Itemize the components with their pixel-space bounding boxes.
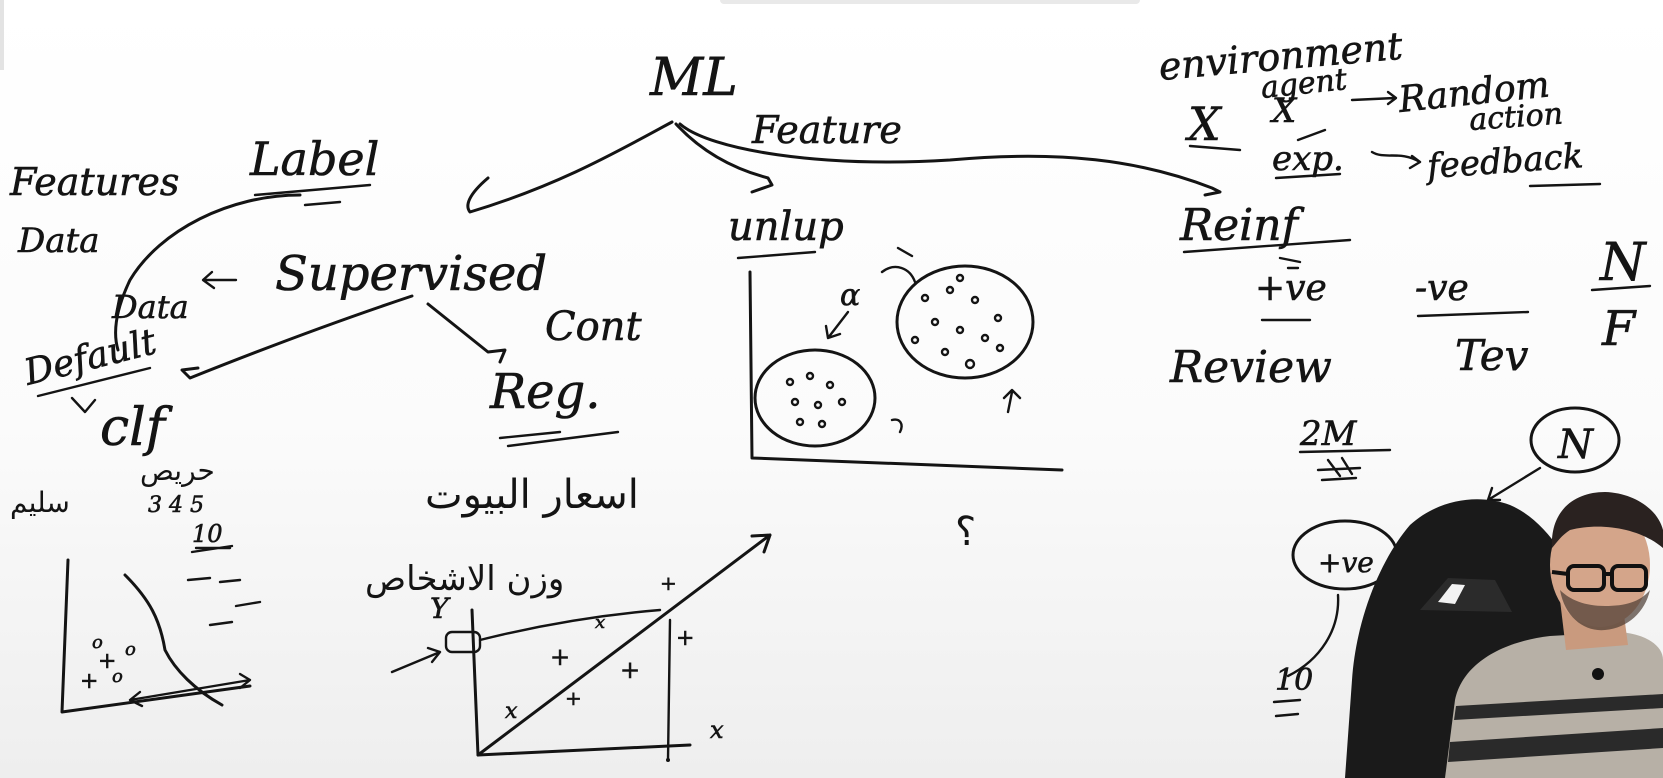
reg-underline: [498, 430, 620, 448]
reinf-2m-underline: [1298, 448, 1392, 482]
whiteboard: ML Feature Features Data Label Supervise…: [9, 23, 1663, 778]
label-underline: [253, 183, 372, 207]
reg-y-arrow: [390, 646, 442, 674]
reg-arabic-2: وزن الاشخاص: [365, 559, 564, 599]
reg-y-label: Y: [430, 592, 451, 625]
clf-arabic-left: سليم: [10, 486, 70, 519]
clf-arabic-top: حريص: [140, 454, 215, 487]
reg-arabic-1: اسعار البيوت: [425, 472, 639, 518]
arrow-cluster-left: [890, 418, 903, 434]
cluster-right-points: [910, 273, 1005, 370]
reinf-pos: +ve: [1255, 268, 1327, 309]
root-feature-text: Feature: [751, 108, 902, 152]
reg-point: +: [660, 571, 677, 595]
unsup-question: ؟: [955, 509, 976, 555]
clf-dashes: [186, 544, 262, 627]
cluster-right: [895, 264, 1035, 380]
clf-points: +: [80, 669, 98, 694]
arrow-root-to-supervised: [466, 120, 674, 214]
supervised-title: Supervised: [275, 246, 547, 302]
clf-text: clf: [100, 398, 173, 458]
reg-point: +: [676, 626, 694, 651]
reg-text: Reg.: [489, 364, 601, 420]
reinf-tev: Tev: [1455, 331, 1529, 380]
unsup-plot-axes: [748, 270, 1064, 472]
unsup-underline: [736, 250, 817, 260]
lapel-mic: [1592, 668, 1604, 680]
branch-to-clf: [180, 294, 414, 380]
reinf-circle-pos-text: +ve: [1318, 546, 1374, 579]
reg-curve-line: [478, 608, 662, 642]
reinf-x-small: X: [1269, 91, 1298, 131]
clf-ten: 10: [192, 520, 223, 548]
reinf-title: Reinf: [1179, 200, 1305, 251]
reinf-circle-n-text: N: [1557, 422, 1595, 468]
reg-point: [666, 758, 670, 762]
reinf-neg: -ve: [1415, 268, 1469, 309]
supervised-data-note: Data: [111, 288, 189, 326]
unsup-alpha: α: [840, 278, 860, 313]
alpha-arrow: [824, 310, 850, 340]
reinf-x-big: X: [1185, 97, 1223, 151]
reinf-neg-underline: [1416, 310, 1530, 318]
reg-x-note: x: [710, 716, 724, 744]
reg-point: +: [550, 643, 570, 671]
arrow-cluster-right: [1002, 388, 1022, 414]
reinf-ten: 10: [1275, 663, 1313, 698]
reg-point: x: [595, 612, 605, 633]
note-data: Data: [17, 221, 99, 261]
clf-decision-curve: [123, 573, 224, 707]
clf-point: o: [112, 666, 123, 687]
branch-to-reg: [426, 302, 507, 364]
reinf-feedback-arrow: [1370, 150, 1422, 170]
supervised-arrow-left: [201, 270, 238, 290]
clf-numbers: 3 4 5: [148, 493, 204, 518]
root-ml-text: ML: [649, 48, 738, 108]
tick-top: [880, 246, 917, 284]
reinf-feedback: feedback: [1423, 136, 1585, 187]
cont-text: Cont: [545, 304, 642, 350]
reinf-f-letter: F: [1601, 301, 1637, 357]
reinf-feedback-underline: [1528, 182, 1602, 188]
reinf-random-arrow: [1350, 90, 1398, 106]
reinf-review: Review: [1169, 342, 1332, 393]
clf-point: o: [125, 639, 136, 660]
unsup-title: unlup: [728, 204, 844, 250]
note-features: Features: [9, 160, 179, 204]
clf-point: o: [92, 632, 103, 653]
reinf-n-top: N: [1598, 233, 1647, 293]
cluster-left-points: [785, 371, 847, 429]
reg-point: +: [620, 656, 640, 684]
reg-point: x: [505, 699, 518, 724]
reg-residual: [666, 618, 672, 762]
reinf-circle-n-link: [1486, 466, 1542, 502]
cluster-left: [753, 348, 877, 448]
reinf-exp: exp.: [1272, 139, 1344, 179]
note-label: Label: [249, 132, 379, 186]
reinf-ten-underline: [1272, 698, 1302, 718]
presenter-webcam: [1345, 492, 1663, 778]
reinf-action: action: [1468, 97, 1564, 138]
reg-point: +: [565, 686, 582, 710]
reinf-2m: 2M: [1299, 414, 1358, 454]
